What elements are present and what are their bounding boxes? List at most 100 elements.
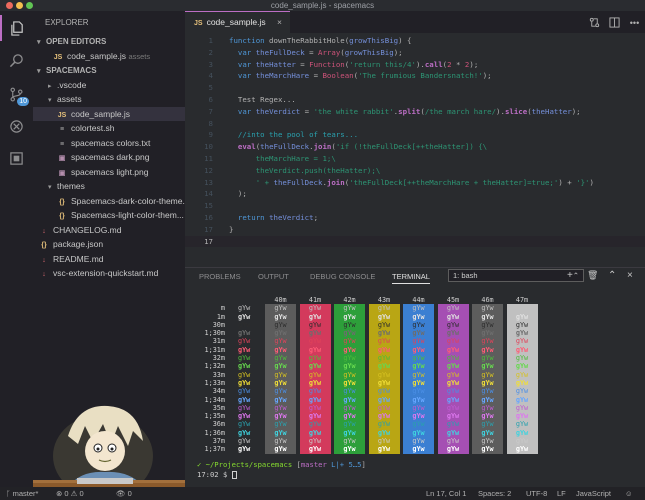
- spacemacs-avatar-image: [33, 396, 185, 487]
- tab-problems[interactable]: PROBLEMS: [199, 272, 241, 281]
- line-number: 9: [208, 130, 213, 140]
- terminal-color-cell: gYw: [472, 362, 503, 371]
- open-editors-section[interactable]: ▾ OPEN EDITORS: [33, 35, 185, 49]
- terminal-select[interactable]: 1: bash ⌃: [448, 269, 584, 282]
- terminal-sample: gYw: [238, 420, 251, 429]
- tree-item[interactable]: JS code_sample.js: [33, 106, 185, 121]
- terminal-bg-header: 42m: [343, 296, 356, 304]
- tree-item[interactable]: {} Spacemacs-light-color-them...: [33, 208, 185, 223]
- tree-item[interactable]: ▾ themes: [33, 179, 185, 194]
- code-line[interactable]: 13 ' + theFullDeck.join('theFullDeck[++t…: [185, 177, 645, 189]
- extensions-icon[interactable]: [0, 145, 33, 171]
- terminal-color-cell: gYw: [299, 362, 331, 371]
- maximize-panel-icon[interactable]: ⌃: [608, 270, 616, 281]
- tab-output[interactable]: OUTPUT: [258, 272, 289, 281]
- trash-icon[interactable]: 🗑: [587, 270, 598, 281]
- code-line[interactable]: 12 theVerdict.push(theHatter);\: [185, 165, 645, 177]
- tree-item[interactable]: ▸ .vscode: [33, 78, 185, 93]
- terminal-input-line[interactable]: 17:02 $: [197, 470, 237, 479]
- tree-item[interactable]: {} Spacemacs-dark-color-theme...: [33, 194, 185, 209]
- encoding-status[interactable]: UTF-8: [526, 487, 547, 500]
- feedback-icon[interactable]: ☺: [625, 487, 633, 500]
- terminal-row: 1;34m gYw gYw gYw gYw gYw gYw gYw gYw gYw: [185, 395, 645, 404]
- code-line[interactable]: 7 var theVerdict = 'the white rabbit'.sp…: [185, 106, 645, 118]
- close-tab-icon[interactable]: ×: [277, 12, 282, 33]
- terminal-color-cell: gYw: [506, 378, 538, 388]
- tree-item[interactable]: ↓ CHANGELOG.md: [33, 223, 185, 238]
- terminal-color-cell: gYw: [265, 437, 296, 446]
- code-line[interactable]: 4 var theMarchHare = Boolean('The frumio…: [185, 70, 645, 82]
- split-editor-icon[interactable]: [609, 17, 620, 28]
- tab-terminal[interactable]: TERMINAL: [392, 272, 430, 284]
- terminal-output[interactable]: 40m 41m 42m 43m 44m 45m 46m 47m m gYw gYw gYw gYw gYw…: [185, 296, 645, 454]
- chevron-down-icon: ▾: [37, 67, 41, 75]
- terminal-color-cell: gYw: [472, 337, 503, 346]
- code-line[interactable]: 16 return theVerdict;: [185, 212, 645, 224]
- tree-item[interactable]: ▾ assets: [33, 92, 185, 107]
- add-terminal-icon[interactable]: +: [567, 270, 573, 281]
- maximize-window-button[interactable]: [26, 2, 33, 9]
- code-line[interactable]: 8: [185, 118, 645, 130]
- code-line[interactable]: 2 var theFullDeck = Array(growThisBig);: [185, 47, 645, 59]
- open-changes-icon[interactable]: [589, 17, 600, 28]
- bottom-panel: PROBLEMS OUTPUT DEBUG CONSOLE TERMINAL 1…: [185, 267, 645, 487]
- terminal-color-cell: gYw: [403, 403, 434, 413]
- tree-item-label: package.json: [53, 239, 104, 249]
- code-line[interactable]: 17: [185, 235, 645, 248]
- code-line[interactable]: 14 );: [185, 188, 645, 200]
- code-line[interactable]: 5: [185, 82, 645, 94]
- terminal-color-cell: gYw: [403, 345, 434, 355]
- project-section[interactable]: ▾ SPACEMACS: [33, 64, 185, 78]
- live-views-status[interactable]: 👁 0: [116, 487, 132, 500]
- tree-item[interactable]: ≡ spacemacs colors.txt: [33, 136, 185, 151]
- code-line[interactable]: 17}: [185, 224, 645, 236]
- terminal-color-cell: gYw: [299, 445, 331, 454]
- code-text: //into the pool of tears...: [237, 130, 359, 140]
- tab-code-sample[interactable]: JS code_sample.js ×: [185, 11, 290, 33]
- line-number: 2: [208, 47, 213, 57]
- code-line[interactable]: 9 //into the pool of tears...: [185, 129, 645, 141]
- code-line[interactable]: 1 function downTheRabbitHole(growThisBig)…: [185, 35, 645, 47]
- branch-status[interactable]: ᚴ master*: [6, 487, 38, 500]
- code-line[interactable]: 3 var theHatter = Function('return this/…: [185, 59, 645, 71]
- code-line[interactable]: 6 Test Regex...: [185, 94, 645, 106]
- tree-item-label: .vscode: [57, 79, 87, 90]
- cursor-position[interactable]: Ln 17, Col 1: [426, 487, 466, 500]
- terminal-color-cell: gYw: [299, 403, 331, 413]
- terminal-color-cell: gYw: [368, 403, 400, 413]
- search-icon[interactable]: [0, 47, 33, 73]
- indentation-status[interactable]: Spaces: 2: [478, 487, 511, 500]
- tree-item[interactable]: ▣ spacemacs light.png: [33, 165, 185, 180]
- source-control-icon[interactable]: 10: [0, 81, 33, 107]
- close-window-button[interactable]: [6, 2, 13, 9]
- problems-status[interactable]: ⊗ 0 ⚠ 0: [56, 487, 84, 500]
- tab-debug-console[interactable]: DEBUG CONSOLE: [310, 272, 375, 281]
- eol-status[interactable]: LF: [557, 487, 566, 500]
- tree-item[interactable]: ≡ colortest.sh: [33, 121, 185, 136]
- debug-icon[interactable]: [0, 113, 33, 139]
- terminal-color-cell: gYw: [334, 320, 365, 330]
- close-panel-icon[interactable]: ×: [627, 270, 633, 281]
- code-line[interactable]: 10 eval(theFullDeck.join('if (!theFullDe…: [185, 141, 645, 153]
- open-editor-item[interactable]: JS code_sample.js assets: [33, 49, 185, 64]
- tree-item[interactable]: ↓ vsc-extension-quickstart.md: [33, 266, 185, 281]
- terminal-color-cell: gYw: [368, 378, 400, 388]
- tree-item[interactable]: ↓ README.md: [33, 252, 185, 267]
- code-view[interactable]: 1 function downTheRabbitHole(growThisBig)…: [185, 35, 645, 248]
- tree-item-label: spacemacs dark.png: [71, 152, 150, 162]
- tree-item[interactable]: ▣ spacemacs dark.png: [33, 150, 185, 165]
- terminal-color-cell: gYw: [472, 320, 503, 330]
- language-status[interactable]: JavaScript: [576, 487, 611, 500]
- code-line[interactable]: 15: [185, 200, 645, 212]
- terminal-code-label: 1;30m: [204, 329, 225, 338]
- explorer-icon[interactable]: [0, 15, 33, 41]
- code-line[interactable]: 11 theMarchHare = 1;\: [185, 153, 645, 165]
- more-actions-icon[interactable]: •••: [629, 17, 640, 28]
- line-number: 7: [208, 106, 213, 116]
- line-number: 8: [208, 118, 213, 128]
- line-number: 16: [204, 212, 213, 222]
- terminal-color-cell: gYw: [437, 437, 469, 446]
- code-text: }: [229, 224, 234, 234]
- tree-item[interactable]: {} package.json: [33, 237, 185, 252]
- minimize-window-button[interactable]: [16, 2, 23, 9]
